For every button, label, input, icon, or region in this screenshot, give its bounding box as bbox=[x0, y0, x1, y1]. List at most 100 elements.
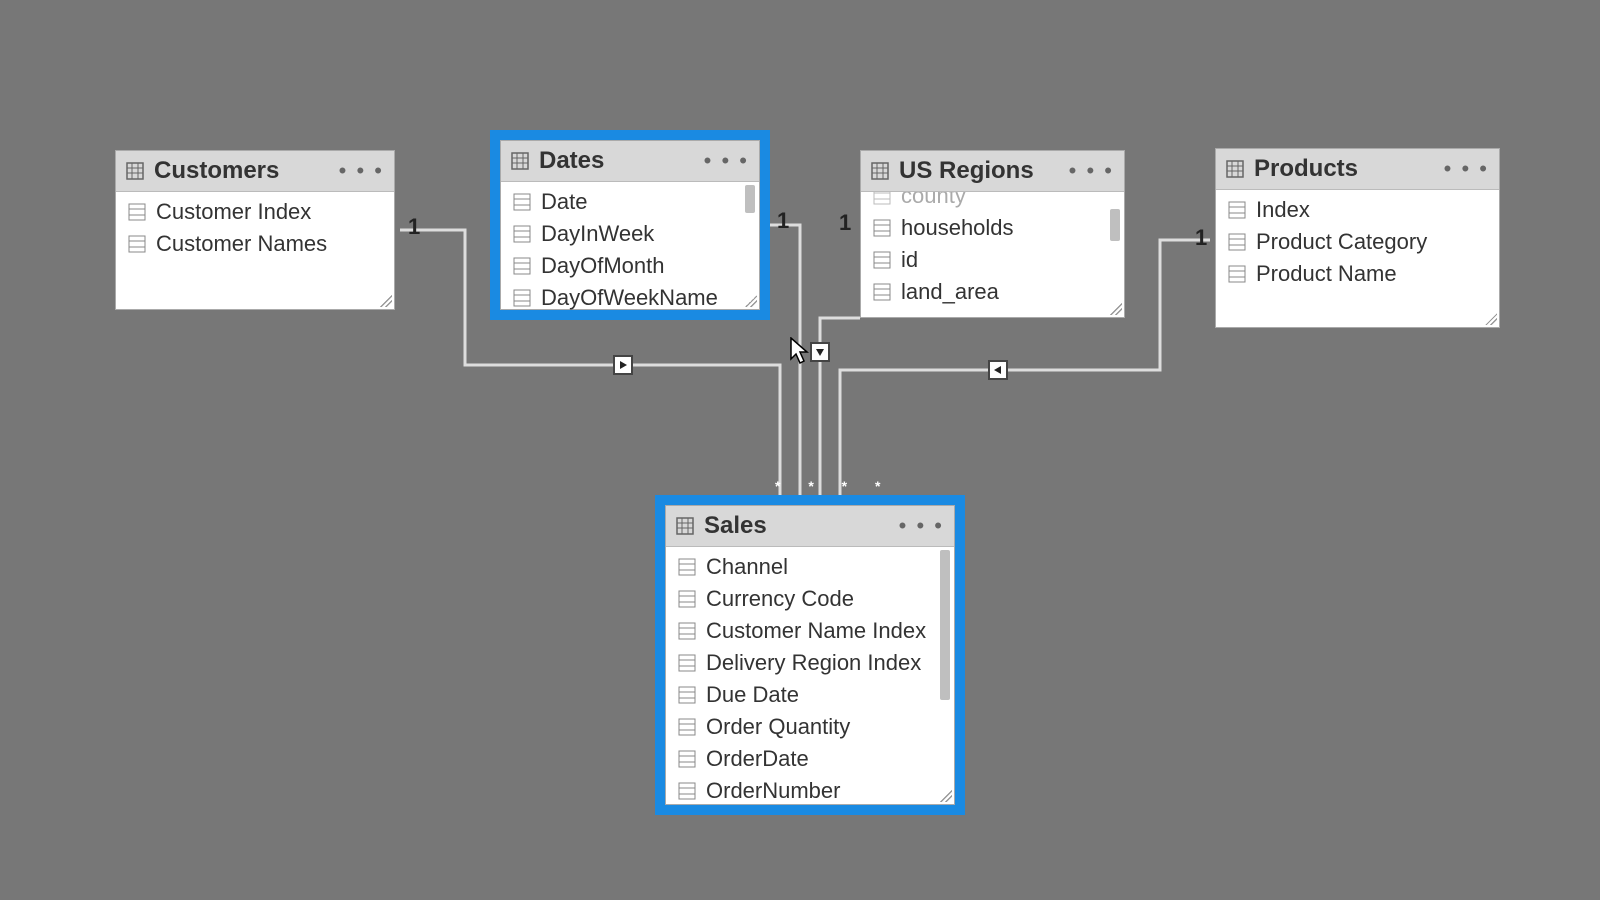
field-icon bbox=[678, 686, 696, 704]
field-item[interactable]: land_area bbox=[861, 276, 1124, 308]
field-item[interactable]: OrderNumber bbox=[666, 775, 954, 807]
more-icon[interactable]: • • • bbox=[339, 160, 384, 182]
resize-handle[interactable] bbox=[380, 295, 392, 307]
field-item[interactable]: Product Category bbox=[1216, 226, 1499, 258]
table-icon bbox=[511, 152, 529, 170]
diagram-canvas[interactable]: 1 1 1 1 * * * * Customers • • • Customer… bbox=[0, 0, 1600, 900]
field-label: Due Date bbox=[706, 682, 799, 708]
field-item[interactable]: Channel bbox=[666, 551, 954, 583]
field-item[interactable]: DayInWeek bbox=[501, 218, 759, 250]
scrollbar-thumb[interactable] bbox=[940, 550, 950, 700]
many-side-markers: * * * * bbox=[775, 478, 892, 494]
field-icon bbox=[873, 192, 891, 205]
field-item[interactable]: Order Quantity bbox=[666, 711, 954, 743]
field-label: county bbox=[901, 192, 966, 209]
field-label: Delivery Region Index bbox=[706, 650, 921, 676]
field-list: Index Product Category Product Name bbox=[1216, 190, 1499, 294]
field-icon bbox=[513, 289, 531, 307]
field-item[interactable]: county bbox=[861, 192, 1124, 212]
field-icon bbox=[873, 283, 891, 301]
field-item[interactable]: Currency Code bbox=[666, 583, 954, 615]
field-item[interactable]: Customer Names bbox=[116, 228, 394, 260]
field-label: Customer Names bbox=[156, 231, 327, 257]
table-icon bbox=[871, 162, 889, 180]
resize-handle[interactable] bbox=[745, 295, 757, 307]
field-label: DayOfWeekName bbox=[541, 285, 718, 311]
more-icon[interactable]: • • • bbox=[704, 150, 749, 172]
field-label: land_area bbox=[901, 279, 999, 305]
field-list: Channel Currency Code Customer Name Inde… bbox=[666, 547, 954, 811]
field-item[interactable]: Due Date bbox=[666, 679, 954, 711]
field-icon bbox=[128, 235, 146, 253]
cardinality-usregions: 1 bbox=[839, 210, 851, 236]
field-icon bbox=[1228, 201, 1246, 219]
table-usregions[interactable]: US Regions • • • county households id la… bbox=[860, 150, 1125, 318]
field-icon bbox=[678, 782, 696, 800]
field-item[interactable]: OrderDate bbox=[666, 743, 954, 775]
field-label: Customer Index bbox=[156, 199, 311, 225]
field-list: county households id land_area bbox=[861, 192, 1124, 312]
table-customers[interactable]: Customers • • • Customer Index Customer … bbox=[115, 150, 395, 310]
table-products[interactable]: Products • • • Index Product Category Pr… bbox=[1215, 148, 1500, 328]
field-label: DayOfMonth bbox=[541, 253, 665, 279]
table-sales[interactable]: Sales • • • Channel Currency Code Custom… bbox=[665, 505, 955, 805]
field-item[interactable]: DayOfMonth bbox=[501, 250, 759, 282]
field-label: Product Category bbox=[1256, 229, 1427, 255]
field-list: Customer Index Customer Names bbox=[116, 192, 394, 264]
field-item[interactable]: Delivery Region Index bbox=[666, 647, 954, 679]
cardinality-dates: 1 bbox=[777, 208, 789, 234]
field-item[interactable]: Customer Name Index bbox=[666, 615, 954, 647]
field-label: households bbox=[901, 215, 1014, 241]
field-item[interactable]: households bbox=[861, 212, 1124, 244]
table-icon bbox=[676, 517, 694, 535]
field-icon bbox=[1228, 265, 1246, 283]
table-title: Products bbox=[1254, 155, 1434, 183]
field-icon bbox=[873, 251, 891, 269]
resize-handle[interactable] bbox=[940, 790, 952, 802]
field-icon bbox=[678, 654, 696, 672]
field-item[interactable]: DayOfWeekName bbox=[501, 282, 759, 314]
field-item[interactable]: Product Name bbox=[1216, 258, 1499, 290]
table-title: US Regions bbox=[899, 157, 1059, 185]
more-icon[interactable]: • • • bbox=[1444, 158, 1489, 180]
table-icon bbox=[126, 162, 144, 180]
field-icon bbox=[513, 225, 531, 243]
field-label: Currency Code bbox=[706, 586, 854, 612]
mouse-cursor-icon bbox=[790, 337, 810, 365]
table-icon bbox=[1226, 160, 1244, 178]
scrollbar-thumb[interactable] bbox=[1110, 209, 1120, 241]
field-label: Channel bbox=[706, 554, 788, 580]
field-icon bbox=[513, 257, 531, 275]
field-icon bbox=[513, 193, 531, 211]
field-label: DayInWeek bbox=[541, 221, 654, 247]
scrollbar-thumb[interactable] bbox=[745, 185, 755, 213]
cardinality-products: 1 bbox=[1195, 225, 1207, 251]
resize-handle[interactable] bbox=[1485, 313, 1497, 325]
field-label: Date bbox=[541, 189, 587, 215]
field-icon bbox=[873, 219, 891, 237]
more-icon[interactable]: • • • bbox=[1069, 160, 1114, 182]
field-icon bbox=[678, 750, 696, 768]
field-item[interactable]: id bbox=[861, 244, 1124, 276]
field-item[interactable]: Customer Index bbox=[116, 196, 394, 228]
field-label: id bbox=[901, 247, 918, 273]
field-label: Index bbox=[1256, 197, 1310, 223]
field-label: OrderDate bbox=[706, 746, 809, 772]
more-icon[interactable]: • • • bbox=[899, 515, 944, 537]
field-icon bbox=[1228, 233, 1246, 251]
resize-handle[interactable] bbox=[1110, 303, 1122, 315]
table-dates[interactable]: Dates • • • Date DayInWeek DayOfMonth Da… bbox=[500, 140, 760, 310]
field-item[interactable]: Date bbox=[501, 186, 759, 218]
field-label: OrderNumber bbox=[706, 778, 840, 804]
cardinality-customers: 1 bbox=[408, 214, 420, 240]
table-title: Customers bbox=[154, 157, 329, 185]
field-icon bbox=[678, 622, 696, 640]
field-list: Date DayInWeek DayOfMonth DayOfWeekName bbox=[501, 182, 759, 318]
field-label: Product Name bbox=[1256, 261, 1397, 287]
field-item[interactable]: Index bbox=[1216, 194, 1499, 226]
field-icon bbox=[678, 718, 696, 736]
field-icon bbox=[678, 590, 696, 608]
field-label: Order Quantity bbox=[706, 714, 850, 740]
field-label: Customer Name Index bbox=[706, 618, 926, 644]
filter-direction-down-icon bbox=[810, 342, 830, 362]
